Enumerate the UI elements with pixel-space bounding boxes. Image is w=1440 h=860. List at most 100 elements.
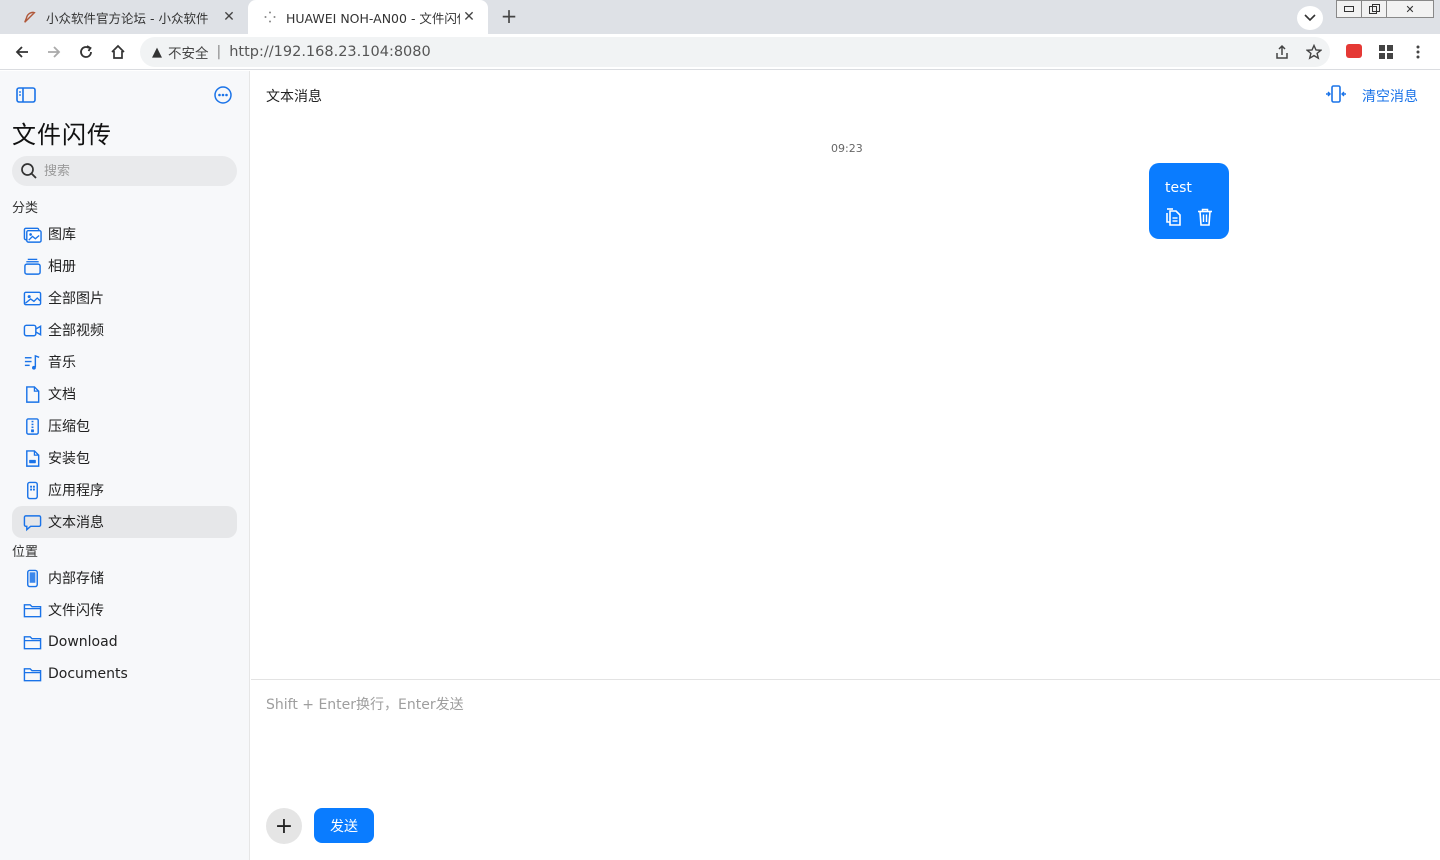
message-bubble: test	[1149, 163, 1229, 239]
location-section-label: 位置	[12, 545, 39, 560]
share-icon	[1276, 44, 1288, 59]
sidebar-item-text-messages[interactable]: 文本消息	[12, 506, 237, 538]
browser-tab-1[interactable]: 小众软件官方论坛 - 小众软件 ✕	[8, 0, 248, 34]
main-panel: 文本消息 清空消息 09:23 test + 发送	[251, 71, 1440, 860]
star-icon	[1306, 44, 1322, 60]
home-button[interactable]	[106, 40, 130, 64]
feather-icon	[22, 9, 38, 25]
delete-icon[interactable]	[1195, 207, 1215, 227]
arrow-right-icon	[48, 46, 61, 58]
browser-toolbar: ▲ 不安全 | http://192.168.23.104:8080	[0, 34, 1440, 70]
app-title: 文件闪传	[12, 121, 112, 149]
sidebar-item-label: 压缩包	[48, 419, 90, 435]
zip-icon	[22, 416, 42, 436]
extensions-button[interactable]	[1374, 40, 1398, 64]
bookmark-button[interactable]	[1302, 40, 1326, 64]
extension-icon[interactable]	[1346, 44, 1362, 58]
address-separator: |	[216, 44, 222, 60]
back-button[interactable]	[10, 40, 34, 64]
sidebar-item-label: 文本消息	[48, 515, 104, 531]
message-text: test	[1165, 180, 1192, 196]
window-close-button[interactable]: ✕	[1386, 0, 1434, 18]
sidebar-item-label: Documents	[48, 666, 128, 682]
app-icon	[22, 480, 42, 500]
sidebar-item-label: 应用程序	[48, 483, 104, 499]
sidebar-item-label: Download	[48, 634, 118, 650]
sidebar-item-documents-folder[interactable]: Documents	[12, 658, 237, 690]
image-icon	[22, 288, 42, 308]
category-section-label: 分类	[12, 201, 39, 216]
clear-messages-button[interactable]: 清空消息	[1362, 86, 1418, 106]
search-input[interactable]	[44, 163, 214, 179]
browser-tab-2-title: HUAWEI NOH-AN00 - 文件闪传	[286, 10, 460, 26]
video-icon	[22, 320, 42, 340]
warning-icon: ▲	[152, 44, 162, 60]
folder-icon	[22, 664, 42, 684]
browser-tab-1-title: 小众软件官方论坛 - 小众软件	[46, 10, 209, 26]
search-icon	[21, 163, 37, 179]
arrow-left-icon	[15, 46, 28, 58]
sidebar-item-label: 文件闪传	[48, 603, 104, 619]
apk-icon	[22, 448, 42, 468]
message-input[interactable]	[266, 694, 1416, 794]
sidebar-item-download[interactable]: Download	[12, 626, 237, 658]
message-icon	[22, 512, 42, 532]
kebab-menu-icon	[1416, 45, 1420, 59]
share-button[interactable]	[1270, 40, 1294, 64]
page-title: 文本消息	[266, 89, 322, 105]
browser-menu-button[interactable]	[1406, 40, 1430, 64]
window-restore-button[interactable]	[1361, 0, 1387, 18]
sidebar-item-music[interactable]: 音乐	[12, 346, 237, 378]
sidebar-item-internal-storage[interactable]: 内部存储	[12, 562, 237, 594]
folder-icon	[22, 600, 42, 620]
sidebar-item-label: 图库	[48, 227, 76, 243]
reload-icon	[80, 45, 92, 58]
tab-search-button[interactable]	[1297, 6, 1323, 30]
send-button[interactable]: 发送	[314, 808, 374, 843]
sidebar-item-label: 文档	[48, 387, 76, 403]
sidebar-item-label: 相册	[48, 259, 76, 275]
gallery-icon	[22, 224, 42, 244]
device-connect-icon	[1326, 85, 1346, 103]
music-icon	[22, 352, 42, 372]
sidebar: 文件闪传 分类 图库 相册 全部图片 全部视频 音乐 文档 压缩包 安装包 应用…	[0, 71, 250, 860]
close-tab-icon[interactable]: ✕	[220, 9, 238, 25]
forward-button[interactable]	[42, 40, 66, 64]
sidebar-item-gallery[interactable]: 图库	[12, 218, 237, 250]
device-button[interactable]	[1325, 84, 1347, 104]
sidebar-item-file-flash-folder[interactable]: 文件闪传	[12, 594, 237, 626]
reload-button[interactable]	[74, 40, 98, 64]
document-icon	[22, 384, 42, 404]
sidebar-item-label: 全部视频	[48, 323, 104, 339]
folder-icon	[22, 632, 42, 652]
sidebar-toggle-icon	[16, 87, 36, 103]
album-icon	[22, 256, 42, 276]
sidebar-item-label: 全部图片	[48, 291, 104, 307]
loading-icon	[262, 9, 278, 25]
url-text[interactable]: http://192.168.23.104:8080	[229, 44, 431, 60]
sidebar-item-documents[interactable]: 文档	[12, 378, 237, 410]
browser-tabstrip: 小众软件官方论坛 - 小众软件 ✕ HUAWEI NOH-AN00 - 文件闪传…	[0, 0, 1440, 34]
search-box[interactable]	[12, 156, 237, 186]
sidebar-item-all-images[interactable]: 全部图片	[12, 282, 237, 314]
more-icon	[214, 86, 232, 104]
sidebar-item-all-videos[interactable]: 全部视频	[12, 314, 237, 346]
attach-button[interactable]: +	[266, 808, 302, 844]
sidebar-item-label: 音乐	[48, 355, 76, 371]
sidebar-item-applications[interactable]: 应用程序	[12, 474, 237, 506]
copy-icon[interactable]	[1163, 207, 1183, 227]
home-icon	[111, 44, 125, 59]
sidebar-toggle-button[interactable]	[16, 86, 36, 104]
sidebar-item-apk[interactable]: 安装包	[12, 442, 237, 474]
message-composer: + 发送	[251, 679, 1440, 860]
sidebar-item-album[interactable]: 相册	[12, 250, 237, 282]
close-tab-icon[interactable]: ✕	[460, 9, 478, 25]
sidebar-item-archives[interactable]: 压缩包	[12, 410, 237, 442]
new-tab-button[interactable]: +	[496, 5, 522, 29]
chevron-down-icon	[1304, 14, 1316, 22]
more-options-button[interactable]	[213, 85, 233, 105]
window-minimize-button[interactable]	[1336, 0, 1362, 18]
message-timestamp: 09:23	[831, 142, 863, 155]
browser-tab-2[interactable]: HUAWEI NOH-AN00 - 文件闪传 ✕	[248, 0, 488, 34]
address-bar[interactable]: ▲ 不安全 | http://192.168.23.104:8080	[140, 37, 1330, 67]
